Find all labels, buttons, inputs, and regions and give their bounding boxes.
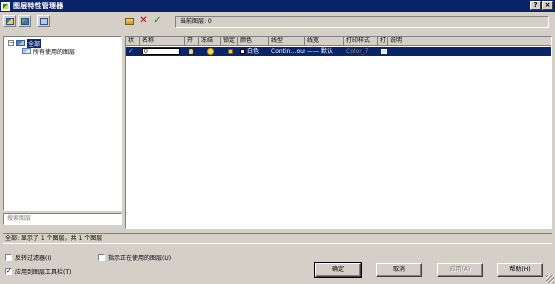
layer-states-icon (39, 17, 48, 25)
indicate-in-use-option[interactable]: 指示正在使用的图层(U) (98, 253, 171, 262)
description-cell[interactable] (388, 47, 551, 56)
lightbulb-icon (189, 49, 193, 54)
column-header-freeze[interactable]: 冻结 (199, 37, 221, 46)
delete-layer-button[interactable]: ✕ (137, 15, 150, 27)
filter-icon (22, 48, 31, 54)
status-check-icon: ✓ (128, 47, 134, 55)
lineweight-cell[interactable]: —— 默认 (305, 47, 344, 56)
current-layer-icon: ✓ (126, 47, 140, 56)
layer-name-field[interactable]: 0 (142, 48, 180, 55)
plot-style-cell: Color_7 (346, 48, 369, 55)
new-property-filter-icon (5, 17, 14, 25)
new-group-filter-icon (20, 17, 29, 25)
layer-list-header: 状 名称 开 冻结 锁定 颜色 线型 线宽 打印样式 打 说明 (126, 37, 551, 46)
on-toggle[interactable] (187, 47, 199, 56)
column-header-plot-style[interactable]: 打印样式 (344, 37, 378, 46)
plot-toggle[interactable] (379, 47, 388, 56)
apply-to-toolbar-label: 应用到图层工具栏(T) (15, 269, 72, 276)
column-header-lineweight[interactable]: 线宽 (305, 37, 344, 46)
checkmark-icon: ✓ (153, 15, 162, 26)
ok-button[interactable]: 确定 (314, 262, 362, 278)
search-layers-input[interactable]: 搜索图层 (3, 213, 122, 225)
column-header-color[interactable]: 颜色 (238, 37, 269, 46)
invert-filter-label: 反转过滤器(I) (15, 255, 52, 262)
column-header-on[interactable]: 开 (185, 37, 199, 46)
new-property-filter-button[interactable] (3, 15, 16, 27)
title-buttons: ? × (530, 1, 553, 10)
layer-toolbar: ✕ ✓ (123, 15, 164, 27)
window-title: 图层特性管理器 (13, 2, 64, 10)
resize-grip[interactable] (546, 275, 554, 283)
status-bar: 全部: 显示了 1 个图层，共 1 个图层 (3, 233, 552, 244)
new-layer-icon (125, 17, 134, 25)
close-button[interactable]: × (542, 1, 553, 10)
filter-tree[interactable]: − 全部 所有使用的图层 (3, 36, 122, 211)
lock-toggle[interactable] (226, 47, 238, 56)
tree-item-used-layers[interactable]: 所有使用的图层 (22, 47, 76, 56)
layer-name-cell[interactable]: 0 (140, 47, 185, 56)
column-header-status[interactable]: 状 (126, 37, 140, 46)
help-title-button[interactable]: ? (530, 1, 541, 10)
layers-icon (16, 40, 25, 46)
freeze-toggle[interactable] (206, 47, 220, 56)
cancel-button[interactable]: 取消 (376, 263, 422, 277)
linetype-cell[interactable]: Contin…ous (269, 47, 305, 56)
column-header-lock[interactable]: 锁定 (221, 37, 238, 46)
column-header-linetype[interactable]: 线型 (269, 37, 305, 46)
printer-icon (381, 49, 387, 54)
apply-button[interactable]: 应用(A) (437, 263, 483, 277)
color-cell[interactable]: 白色 (238, 47, 269, 56)
apply-to-toolbar-checkbox[interactable]: ✓ (5, 268, 12, 275)
tree-item-used-layers-label: 所有使用的图层 (33, 48, 76, 56)
app-icon (1, 1, 10, 11)
new-layer-button[interactable] (123, 15, 136, 27)
color-label: 白色 (247, 48, 260, 55)
collapse-icon[interactable]: − (8, 40, 14, 46)
color-swatch (240, 49, 245, 54)
layer-properties-manager-window: 图层特性管理器 ? × ✕ ✓ 当前图层: 0 − 全部 所有使用的图层 搜索图… (0, 0, 555, 284)
filter-toolbar (3, 15, 50, 27)
new-group-filter-button[interactable] (18, 15, 31, 27)
help-button[interactable]: 帮助(H) (497, 263, 543, 277)
layer-list[interactable]: 状 名称 开 冻结 锁定 颜色 线型 线宽 打印样式 打 说明 ✓ 0 白色 C… (125, 36, 552, 229)
column-header-description[interactable]: 说明 (388, 37, 551, 46)
set-current-button[interactable]: ✓ (151, 15, 164, 27)
indicate-in-use-checkbox[interactable] (98, 254, 105, 261)
delete-icon: ✕ (139, 15, 148, 26)
current-layer-display: 当前图层: 0 (175, 16, 549, 28)
lock-icon (228, 49, 233, 54)
indicate-in-use-label: 指示正在使用的图层(U) (108, 255, 172, 262)
invert-filter-option[interactable]: 反转过滤器(I) (5, 253, 51, 262)
sun-icon (208, 49, 213, 54)
invert-filter-checkbox[interactable] (5, 254, 12, 261)
column-header-plot[interactable]: 打 (378, 37, 388, 46)
column-header-name[interactable]: 名称 (140, 37, 185, 46)
apply-to-toolbar-option[interactable]: ✓ 应用到图层工具栏(T) (5, 267, 71, 276)
layer-row[interactable]: ✓ 0 白色 Contin…ous —— 默认 Color_7 (126, 47, 551, 56)
layer-states-manager-button[interactable] (37, 15, 50, 27)
title-bar[interactable]: 图层特性管理器 ? × (0, 0, 555, 12)
